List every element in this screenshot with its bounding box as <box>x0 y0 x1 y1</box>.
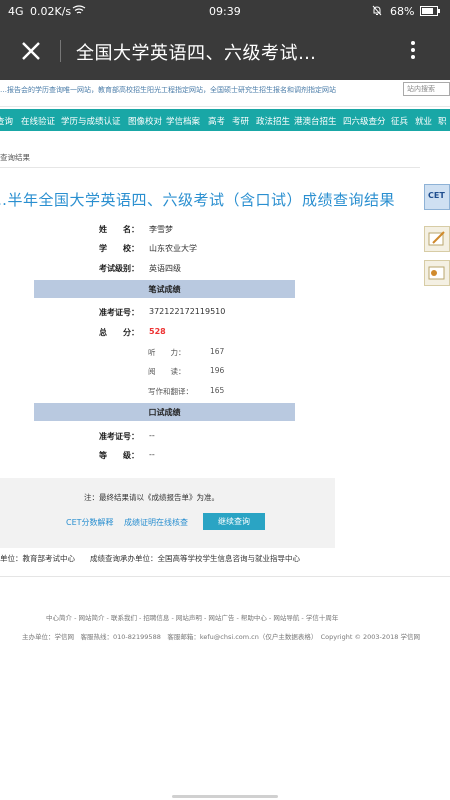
network-speed: 0.02K/s <box>30 5 72 18</box>
webview-titlebar: 全国大学英语四、六级考试… <box>0 22 450 80</box>
status-bar: 4G 0.02K/s 09:39 68% <box>0 0 450 22</box>
pencil-note-icon[interactable] <box>424 226 450 252</box>
nav-item[interactable]: 职 <box>438 115 447 127</box>
total-label: 总 分： <box>99 328 139 337</box>
nav-item[interactable]: 就业 <box>415 115 432 127</box>
level-label: 考试级别： <box>99 264 139 273</box>
battery-icon <box>420 6 440 19</box>
signal-indicator: 4G <box>8 5 24 18</box>
oral-grade-value: -- <box>149 450 155 459</box>
oral-section-header: 口试成绩 <box>34 403 295 421</box>
home-indicator <box>172 795 278 798</box>
nav-item[interactable]: 高考 <box>208 115 225 127</box>
close-icon[interactable] <box>16 36 46 66</box>
titlebar-divider <box>60 40 61 62</box>
site-search-input[interactable]: 站内搜索 <box>403 82 450 96</box>
result-title: …半年全国大学英语四、六级考试（含口试）成绩查询结果 <box>0 191 396 209</box>
listening-score: 167 <box>210 347 225 356</box>
reading-score: 196 <box>210 366 225 375</box>
web-content: …报告会的学历查询唯一网站，教育部高校招生阳光工程指定网站，全国硕士研究生招生报… <box>0 80 450 800</box>
name-value: 李雪梦 <box>149 225 173 234</box>
footer-divider <box>0 576 450 577</box>
oral-section-label: 口试成绩 <box>148 408 181 417</box>
nav-item[interactable]: 四六级查分 <box>343 115 386 127</box>
listening-label: 听 力： <box>148 348 186 357</box>
school-label: 学 校： <box>99 244 139 253</box>
continue-query-button[interactable]: 继续查询 <box>203 513 265 530</box>
nav-item[interactable]: 学历与成绩认证 <box>61 115 121 127</box>
breadcrumb: 查询结果 <box>0 153 30 162</box>
cet-logo-link[interactable]: CET <box>424 184 450 210</box>
mute-bell-icon <box>372 5 382 19</box>
nav-item[interactable]: 港澳台招生 <box>294 115 337 127</box>
writing-score: 165 <box>210 386 225 395</box>
name-label: 姓 名： <box>99 225 139 234</box>
cet-score-explain-link[interactable]: CET分数解释 <box>66 517 114 528</box>
oral-grade-label: 等 级： <box>99 451 139 460</box>
written-section-header: 笔试成绩 <box>34 280 295 298</box>
clock: 09:39 <box>209 5 241 18</box>
organizer-info: 单位：教育部考试中心 成绩查询承办单位：全国高等学校学生信息咨询与就业指导中心 <box>0 554 300 563</box>
reading-label: 阅 读： <box>148 367 186 376</box>
footer-links[interactable]: 中心简介 - 网站简介 - 联系我们 - 招聘信息 - 网站声明 - 网站广告 … <box>46 612 338 622</box>
nav-item[interactable]: 征兵 <box>391 115 408 127</box>
level-value: 英语四级 <box>149 264 181 273</box>
nav-item[interactable]: 图像校对 <box>128 115 162 127</box>
breadcrumb-divider <box>0 167 420 168</box>
footer-info: 主办单位：学信网 客服热线：010-82199588 客服邮箱：kefu@chs… <box>22 633 421 641</box>
school-value: 山东农业大学 <box>149 244 197 253</box>
site-header: …报告会的学历查询唯一网站，教育部高校招生阳光工程指定网站，全国硕士研究生招生报… <box>0 80 450 107</box>
written-section-label: 笔试成绩 <box>148 285 181 294</box>
final-result-note: 注：最终结果请以《成绩报告单》为准。 <box>84 493 219 502</box>
nav-item[interactable]: 学信档案 <box>166 115 200 127</box>
certificate-icon[interactable] <box>424 260 450 286</box>
total-score: 528 <box>149 327 166 336</box>
ticket-value: 372122172119510 <box>149 307 226 316</box>
wifi-icon <box>72 5 86 18</box>
nav-item[interactable]: 在线验证 <box>21 115 55 127</box>
page-title-bar: 全国大学英语四、六级考试… <box>76 43 317 64</box>
more-options-icon[interactable] <box>408 38 418 66</box>
ticket-label: 准考证号： <box>99 308 139 317</box>
oral-ticket-value: -- <box>149 431 155 440</box>
oral-ticket-label: 准考证号： <box>99 432 139 441</box>
note-panel <box>0 478 335 548</box>
certificate-verify-link[interactable]: 成绩证明在线核查 <box>124 517 188 528</box>
site-tagline: …报告会的学历查询唯一网站，教育部高校招生阳光工程指定网站，全国硕士研究生招生报… <box>0 86 336 94</box>
battery-percent: 68% <box>390 5 415 18</box>
nav-item[interactable]: 查询 <box>0 115 13 127</box>
nav-item[interactable]: 考研 <box>232 115 249 127</box>
writing-label: 写作和翻译： <box>148 387 193 396</box>
nav-item[interactable]: 政法招生 <box>256 115 290 127</box>
site-nav: 查询 在线验证 学历与成绩认证 图像校对 学信档案 高考 考研 政法招生 港澳台… <box>0 109 450 131</box>
